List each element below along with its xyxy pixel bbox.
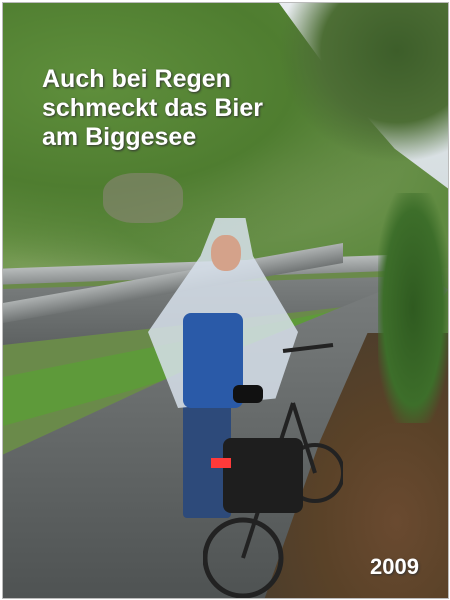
- tree-canopy: [278, 3, 448, 163]
- bicycle: [203, 343, 343, 598]
- photo: Auch bei Regen schmeckt das Bier am Bigg…: [2, 2, 449, 599]
- caption-line: Auch bei Regen: [42, 65, 231, 93]
- caption-line: am Biggesee: [42, 123, 197, 151]
- saddle: [233, 385, 263, 403]
- caption-line: schmeckt das Bier: [42, 94, 263, 122]
- rock-outcrop: [103, 173, 183, 223]
- caption: Auch bei Regen schmeckt das Bier am Bigg…: [42, 65, 263, 152]
- bush: [378, 193, 448, 423]
- rear-light: [211, 458, 231, 468]
- pannier-bag: [223, 438, 303, 513]
- person-face: [211, 235, 241, 271]
- year-label: 2009: [370, 554, 419, 579]
